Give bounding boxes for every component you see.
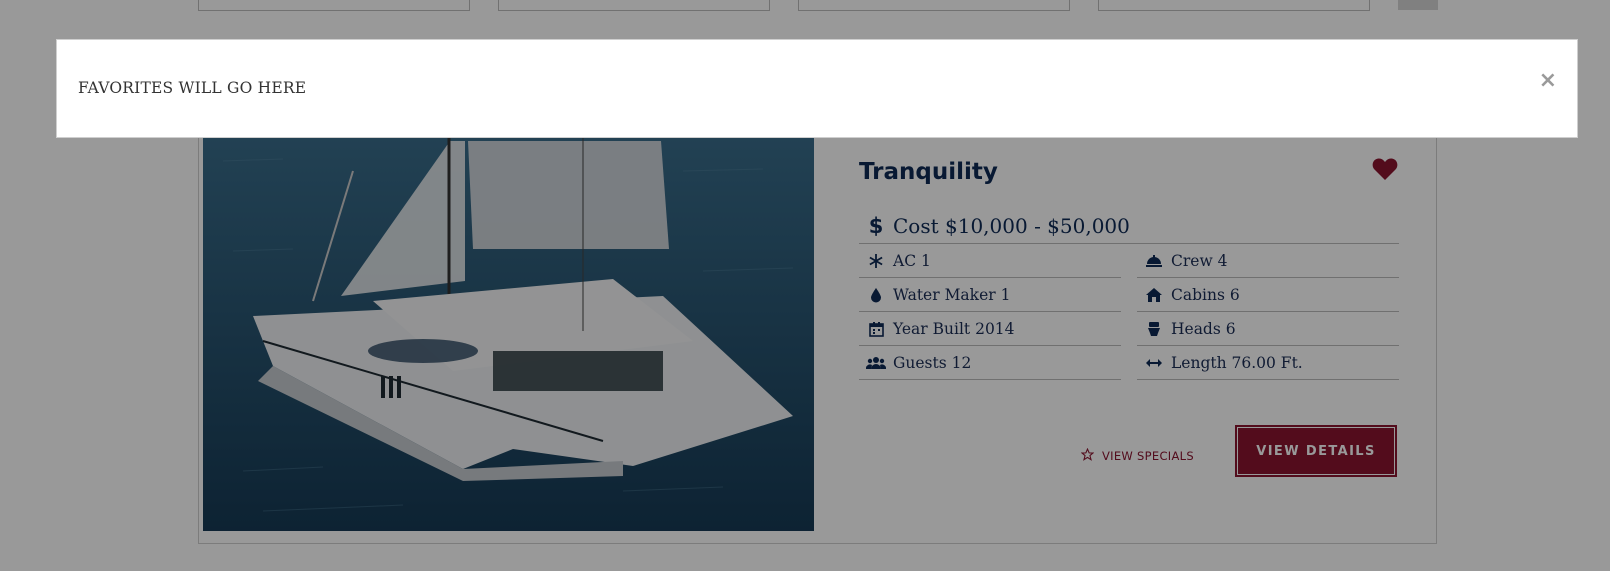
close-icon[interactable]: × — [1539, 68, 1557, 93]
favorites-modal: FAVORITES WILL GO HERE × — [56, 39, 1578, 138]
favorites-placeholder-text: FAVORITES WILL GO HERE — [78, 79, 307, 97]
yacht-listing-page: Tranquility $ Cost $10,000 - $50,000 AC … — [0, 0, 1610, 571]
